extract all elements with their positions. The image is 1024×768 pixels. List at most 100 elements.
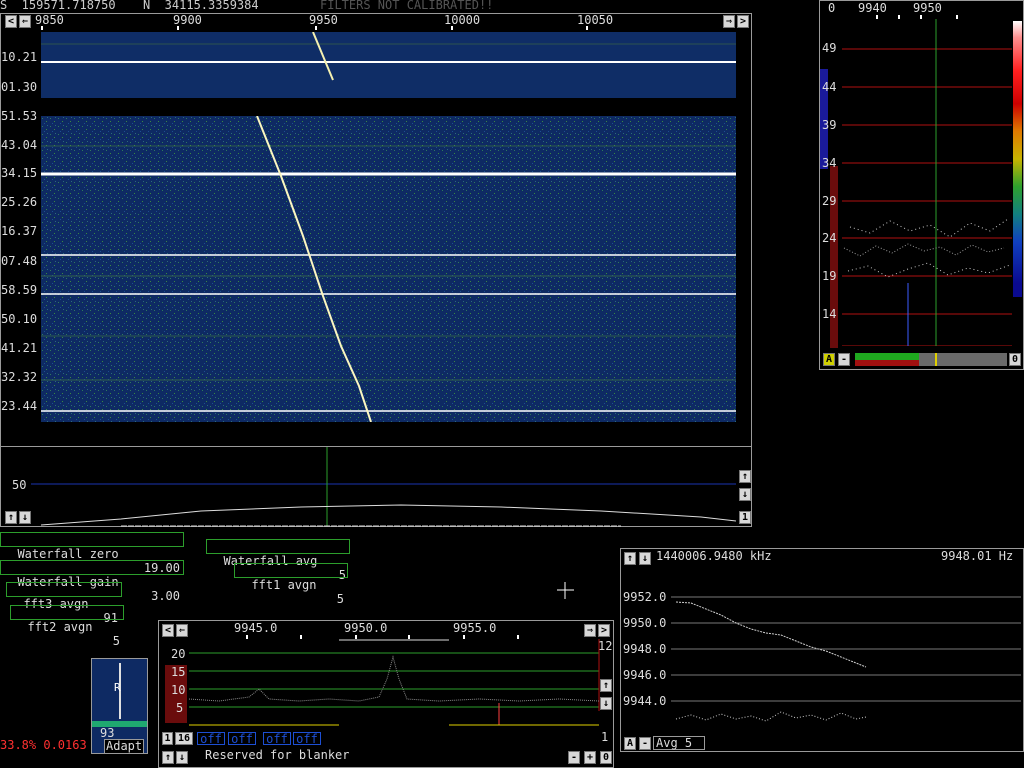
time-label: 32.32 — [1, 370, 38, 384]
time-label: 23.44 — [1, 399, 38, 413]
zero-button[interactable]: 0 — [600, 751, 612, 764]
adapt-button[interactable]: Adapt — [104, 739, 144, 754]
channel-toggle-4[interactable]: off — [293, 732, 321, 745]
track-y-label: 9944.0 — [623, 694, 667, 708]
fft1-avgn-value: 5 — [336, 592, 344, 606]
hires-down-button[interactable]: ↓ — [600, 697, 612, 710]
hires-right-value: 12 — [598, 639, 613, 653]
hires-spectrum-panel: < ⇐ ⇒ > 9945.0 9950.0 9955.0 20 15 10 5 … — [158, 620, 614, 768]
fft2-avgn-value: 5 — [112, 634, 120, 648]
scroll-right-button[interactable]: > — [598, 624, 610, 637]
crosshair-cursor-icon — [557, 582, 574, 599]
calibration-warning: FILTERS NOT CALIBRATED!! — [320, 0, 494, 12]
channel-toggle-3[interactable]: off — [263, 732, 291, 745]
afc-r-marker: R — [114, 681, 121, 694]
time-label: 41.21 — [1, 341, 38, 355]
down-arrow-button[interactable]: ↓ — [176, 751, 188, 764]
s-meter-y-label: 49 — [822, 41, 837, 55]
plus-button[interactable]: + — [584, 751, 596, 764]
hires-y-label: 10 — [171, 683, 186, 697]
arrow-left-icon[interactable]: ⇐ — [176, 624, 188, 637]
s-meter-y-label: 24 — [822, 231, 837, 245]
s-meter-y-label: 29 — [822, 194, 837, 208]
time-label: 58.59 — [1, 283, 38, 297]
freq-label: 9950 — [309, 13, 338, 27]
spectrum-panel: 50 ↑ ↓ ↑ ↓ 1 — [0, 446, 752, 527]
track-up-button[interactable]: ↑ — [624, 552, 636, 565]
arrow-right-icon[interactable]: ⇒ — [584, 624, 596, 637]
hires-sixteen-button[interactable]: 16 — [175, 732, 193, 745]
time-label: 07.48 — [1, 254, 38, 268]
fft2-avgn-label: fft2 avgn — [27, 620, 93, 634]
hires-right-bottom: 1 — [601, 730, 609, 744]
s-meter-y-label: 19 — [822, 269, 837, 283]
channel-toggle-2[interactable]: off — [228, 732, 256, 745]
up-arrow-button[interactable]: ↑ — [162, 751, 174, 764]
hires-y-label: 20 — [171, 647, 186, 661]
waterfall-image-top[interactable] — [41, 32, 736, 98]
track-down-button[interactable]: ↓ — [639, 552, 651, 565]
arrow-right-icon[interactable]: ⇒ — [723, 15, 735, 28]
track-frequency-hz: 9948.01 Hz — [941, 549, 1014, 563]
n-value: N 34115.3359384 — [143, 0, 259, 12]
hires-one-button[interactable]: 1 — [162, 732, 173, 745]
scroll-left-button[interactable]: < — [5, 15, 17, 28]
afc-value: 93 — [100, 726, 115, 740]
channel-one-button[interactable]: 1 — [739, 511, 751, 524]
hires-up-button[interactable]: ↑ — [600, 679, 612, 692]
waterfall-zero-box[interactable]: Waterfall zero 19.00 — [0, 532, 184, 575]
freq-label: 10050 — [577, 13, 614, 27]
hires-y-label: 15 — [171, 665, 186, 679]
track-y-label: 9946.0 — [623, 668, 667, 682]
time-label: 43.04 — [1, 138, 38, 152]
freq-label: 9900 — [173, 13, 202, 27]
auto-a-button[interactable]: A — [624, 737, 636, 750]
gain-up-button[interactable]: ↑ — [739, 470, 751, 483]
s-value: S 159571.718750 — [0, 0, 116, 12]
track-y-label: 9950.0 — [623, 616, 667, 630]
freq-label: 10000 — [444, 13, 481, 27]
s-meter-panel: 0 9940 9950 49 44 39 34 29 24 19 14 A - … — [819, 0, 1024, 370]
minus-button[interactable]: - — [568, 751, 580, 764]
time-label: 25.26 — [1, 195, 38, 209]
level-slider[interactable] — [855, 353, 1007, 366]
s-meter-y-label: 34 — [822, 156, 837, 170]
minus-button[interactable]: - — [838, 353, 850, 366]
fft3-avgn-box[interactable]: fft3 avgn 91 — [6, 582, 122, 625]
spectrum-level-label: 50 — [12, 478, 27, 492]
waterfall-gain-box[interactable]: Waterfall gain 3.00 — [0, 560, 184, 603]
time-label: 16.37 — [1, 224, 38, 238]
waterfall-image-main[interactable] — [41, 116, 736, 422]
level-down-button[interactable]: ↓ — [19, 511, 31, 524]
scroll-left-button[interactable]: < — [162, 624, 174, 637]
fft2-avgn-box[interactable]: fft2 avgn 5 — [10, 605, 124, 648]
waterfall-panel: < ⇐ ⇒ > 9850 9900 9950 10000 10050 10.21… — [0, 13, 752, 447]
gain-down-button[interactable]: ↓ — [739, 488, 751, 501]
color-scale — [1013, 21, 1022, 297]
time-label: 34.15 — [1, 166, 38, 180]
freq-label: 9850 — [35, 13, 64, 27]
zero-button[interactable]: 0 — [1009, 353, 1021, 366]
hires-freq-label: 9950.0 — [344, 621, 388, 635]
time-label: 51.53 — [1, 109, 38, 123]
s-meter-y-label: 39 — [822, 118, 837, 132]
time-label: 10.21 — [1, 50, 38, 64]
hires-freq-label: 9955.0 — [453, 621, 497, 635]
waterfall-zero-label: Waterfall zero — [17, 547, 119, 561]
time-label: 50.10 — [1, 312, 38, 326]
auto-a-button[interactable]: A — [823, 353, 835, 366]
s-meter-y-label: 44 — [822, 80, 837, 94]
arrow-left-icon[interactable]: ⇐ — [19, 15, 31, 28]
waterfall-avg-box[interactable]: Waterfall avg 5 — [206, 539, 350, 582]
track-y-label: 9948.0 — [623, 642, 667, 656]
waterfall-gain-value: 3.00 — [151, 589, 180, 603]
hires-y-label: 5 — [176, 701, 184, 715]
scroll-right-button[interactable]: > — [737, 15, 749, 28]
level-up-button[interactable]: ↑ — [5, 511, 17, 524]
minus-button[interactable]: - — [639, 737, 651, 750]
blanker-text: Reserved for blanker — [205, 748, 350, 762]
fft1-avgn-box[interactable]: fft1 avgn 5 — [234, 563, 348, 606]
channel-toggle-1[interactable]: off — [197, 732, 225, 745]
avg-field[interactable]: Avg 5 — [653, 736, 705, 750]
fft1-avgn-label: fft1 avgn — [251, 578, 317, 592]
